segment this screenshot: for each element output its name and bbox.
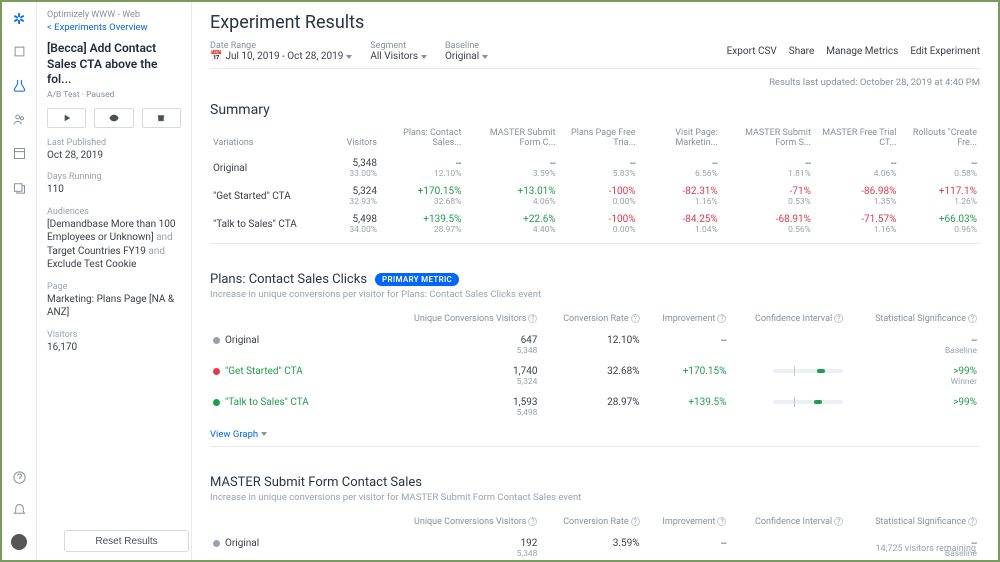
breadcrumb: Optimizely WWW - Web <box>47 10 181 20</box>
chevron-down-icon <box>421 55 427 59</box>
page-label: Page <box>47 282 181 292</box>
chevron-down-icon <box>346 55 352 59</box>
table-row[interactable]: Original1925,3483.59%----Baseline <box>210 531 980 560</box>
page-value: Marketing: Plans Page [NA & ANZ] <box>47 293 181 320</box>
days-running-value: 110 <box>47 183 181 197</box>
table-row[interactable]: "Talk to Sales" CTA1,5935,49828.97%+139.… <box>210 390 980 421</box>
page-title: Experiment Results <box>210 12 980 33</box>
reset-results-button[interactable]: Reset Results <box>64 530 189 552</box>
metric-name: MASTER Submit Form Contact Sales <box>210 475 422 490</box>
summary-title: Summary <box>210 102 980 118</box>
help-icon[interactable] <box>12 470 27 488</box>
visitors-label: Visitors <box>47 330 181 340</box>
back-link[interactable]: < Experiments Overview <box>47 22 181 33</box>
metric-name: Plans: Contact Sales Clicks <box>210 272 367 287</box>
nav-settings-icon[interactable] <box>12 180 27 198</box>
play-button[interactable] <box>47 108 86 128</box>
chevron-down-icon <box>261 432 267 436</box>
audiences-label: Audiences <box>47 207 181 217</box>
metric-table: Unique Conversions Visitors?Conversion R… <box>210 310 980 421</box>
days-running-label: Days Running <box>47 172 181 182</box>
baseline-picker[interactable]: Baseline Original <box>445 41 488 62</box>
experiment-title: [Becca] Add Contact Sales CTA above the … <box>47 41 181 88</box>
last-published-value: Oct 28, 2019 <box>47 149 181 163</box>
table-row[interactable]: Original6475,34812.10%----Baseline <box>210 328 980 359</box>
view-graph-button[interactable]: View Graph <box>210 429 267 440</box>
main-content: Experiment Results Date Range 📅 Jul 10, … <box>192 2 998 560</box>
nav-pages-icon[interactable] <box>12 146 27 164</box>
notifications-icon[interactable] <box>12 502 27 520</box>
audiences-value: [Demandbase More than 100 Employees or U… <box>47 218 181 272</box>
footer-note: 14,725 visitors remaining <box>876 544 977 554</box>
manage-metrics-button[interactable]: Manage Metrics <box>826 46 898 57</box>
primary-metric-badge: PRIMARY METRIC <box>375 273 459 286</box>
nav-audiences-icon[interactable] <box>12 112 27 130</box>
metric-table: Unique Conversions Visitors?Conversion R… <box>210 513 980 560</box>
share-button[interactable]: Share <box>789 46 814 57</box>
metric-description: Increase in unique conversions per visit… <box>210 289 980 300</box>
avatar[interactable] <box>11 534 27 550</box>
edit-experiment-button[interactable]: Edit Experiment <box>910 46 980 57</box>
visitors-value: 16,170 <box>47 341 181 355</box>
table-row[interactable]: "Get Started" CTA5,32432.93%+170.15%32.6… <box>210 181 980 209</box>
table-row[interactable]: "Get Started" CTA1,7405,32432.68%+170.15… <box>210 359 980 390</box>
table-row[interactable]: Original5,34833.00%--12.10%--3.59%--5.83… <box>210 153 980 181</box>
nav-experiments-icon[interactable] <box>12 44 27 62</box>
table-row[interactable]: "Talk to Sales" CTA5,49834.00%+139.5%28.… <box>210 209 980 237</box>
chevron-down-icon <box>482 55 488 59</box>
side-panel: Optimizely WWW - Web < Experiments Overv… <box>37 2 192 560</box>
nav-rail: ✲ <box>2 2 37 560</box>
export-csv-button[interactable]: Export CSV <box>727 46 777 57</box>
archive-button[interactable] <box>142 108 181 128</box>
last-published-label: Last Published <box>47 138 181 148</box>
date-range-picker[interactable]: Date Range 📅 Jul 10, 2019 - Oct 28, 2019 <box>210 41 352 62</box>
status-line: A/B Test · Paused <box>47 90 181 100</box>
segment-picker[interactable]: Segment All Visitors <box>370 41 427 62</box>
summary-table: VariationsVisitorsPlans: Contact Sales..… <box>210 124 980 237</box>
metric-description: Increase in unique conversions per visit… <box>210 492 980 503</box>
logo-icon[interactable]: ✲ <box>13 10 26 28</box>
preview-button[interactable] <box>94 108 133 128</box>
last-updated: Results last updated: October 28, 2019 a… <box>210 77 980 88</box>
nav-results-icon[interactable] <box>12 78 27 96</box>
toolbar: Date Range 📅 Jul 10, 2019 - Oct 28, 2019… <box>210 41 980 69</box>
